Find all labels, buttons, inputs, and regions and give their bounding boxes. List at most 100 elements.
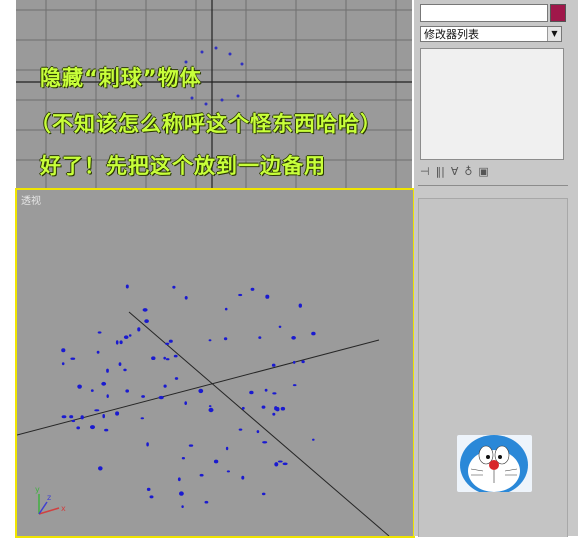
vertex-dot bbox=[77, 384, 82, 389]
pin-stack-icon[interactable]: ⊣ bbox=[420, 165, 430, 178]
command-panel: 修改器列表 ▼ ⊣ ‖| ∀ ♁ ▣ bbox=[414, 0, 578, 537]
modifier-stack[interactable] bbox=[420, 48, 564, 160]
doraemon-image bbox=[457, 435, 532, 492]
vertex-dot bbox=[238, 293, 243, 297]
modifier-list-dropdown[interactable]: 修改器列表 ▼ bbox=[420, 26, 562, 42]
vertex-dot bbox=[90, 425, 95, 430]
vertex-dot bbox=[226, 470, 230, 473]
vertex-dot bbox=[158, 395, 164, 400]
top-viewport[interactable]: 隐藏“刺球”物体 （不知该怎么称呼这个怪东西哈哈） 好了！先把这个放到一边备用 bbox=[16, 0, 412, 188]
vertex-dot bbox=[271, 363, 276, 367]
vertex-dot bbox=[146, 442, 149, 447]
perspective-scene: x y z bbox=[17, 284, 390, 536]
vertex-dot bbox=[199, 473, 204, 477]
vertex-dot bbox=[224, 307, 228, 311]
axis-tripod-icon: x y z bbox=[35, 485, 66, 515]
vertex-dot bbox=[241, 406, 245, 410]
vertex-dot bbox=[142, 308, 148, 312]
vertex-dot bbox=[208, 405, 212, 408]
viewport-label[interactable]: 透视 bbox=[21, 192, 41, 207]
vertex-dot bbox=[115, 411, 120, 416]
vertex-dot bbox=[312, 438, 315, 441]
vertex-dot bbox=[98, 466, 103, 471]
vertex-dot bbox=[272, 392, 277, 395]
vertex-dot bbox=[163, 356, 166, 360]
stack-toolbar: ⊣ ‖| ∀ ♁ ▣ bbox=[420, 162, 570, 180]
vertex-dot bbox=[179, 491, 184, 496]
vertex-dot bbox=[225, 446, 229, 451]
object-color-swatch[interactable] bbox=[550, 4, 566, 22]
vertex-dot bbox=[277, 460, 283, 463]
modifier-list-label: 修改器列表 bbox=[424, 28, 479, 41]
perspective-viewport[interactable]: x y z 透视 bbox=[15, 188, 415, 538]
vertex-dot bbox=[106, 368, 109, 373]
vertex-dot bbox=[188, 444, 194, 447]
vertex-dot bbox=[172, 285, 176, 289]
vertex-dot bbox=[249, 390, 254, 395]
vertex-dot bbox=[184, 296, 188, 300]
vertex-dot bbox=[101, 381, 107, 386]
vertex-dot bbox=[280, 406, 286, 411]
vertex-dot bbox=[174, 377, 179, 380]
vertex-dot bbox=[149, 495, 154, 499]
vertex-dot bbox=[146, 487, 151, 491]
vertex-dot bbox=[165, 342, 170, 345]
vertex-dot bbox=[282, 462, 288, 466]
vertex-dot bbox=[292, 384, 297, 387]
vertex-dot bbox=[125, 389, 129, 393]
vertex-dot bbox=[311, 331, 316, 336]
vertex-dot bbox=[137, 327, 141, 332]
configure-modifier-sets-icon[interactable]: ▣ bbox=[478, 165, 488, 178]
object-name-field[interactable] bbox=[420, 4, 548, 22]
vertex-dot bbox=[144, 319, 149, 323]
vertex-dot bbox=[123, 335, 129, 339]
vertex-dot bbox=[141, 395, 145, 398]
vertex-dot bbox=[61, 348, 66, 353]
caption-line-2: （不知该怎么称呼这个怪东西哈哈） bbox=[30, 112, 382, 136]
vertex-dot bbox=[301, 360, 305, 364]
vertex-dot bbox=[264, 388, 268, 392]
vertex-dot bbox=[291, 336, 296, 340]
vertex-dot bbox=[204, 500, 209, 504]
vertex-dot bbox=[123, 368, 127, 372]
vertex-dot bbox=[128, 334, 132, 337]
vertex-dot bbox=[163, 384, 167, 388]
vertex-dot bbox=[261, 492, 266, 496]
vertex-dot bbox=[70, 357, 76, 360]
vertex-dot bbox=[102, 414, 105, 419]
vertex-dot bbox=[293, 360, 296, 364]
vertex-dot bbox=[181, 457, 185, 460]
vertex-dot bbox=[274, 462, 279, 467]
vertex-dot bbox=[104, 428, 109, 432]
vertex-dot bbox=[250, 287, 255, 291]
grid-axis-line-x bbox=[17, 339, 380, 436]
vertex-dot bbox=[71, 419, 76, 423]
vertex-dot bbox=[115, 340, 119, 345]
vertex-dot bbox=[261, 405, 266, 409]
axis-x-label: x bbox=[61, 504, 66, 513]
vertex-dot bbox=[265, 294, 270, 299]
vertex-dot bbox=[262, 441, 268, 444]
vertex-dot bbox=[184, 401, 187, 405]
show-end-result-icon[interactable]: ‖| bbox=[436, 165, 445, 178]
make-unique-icon[interactable]: ∀ bbox=[451, 165, 459, 178]
vertex-dot bbox=[61, 415, 67, 419]
vertex-dot bbox=[96, 350, 100, 354]
parameters-rollout bbox=[418, 198, 568, 537]
chevron-down-icon[interactable]: ▼ bbox=[547, 27, 561, 41]
remove-modifier-icon[interactable]: ♁ bbox=[464, 165, 472, 178]
vertex-dot bbox=[61, 362, 65, 366]
vertex-dot bbox=[258, 336, 262, 339]
vertex-dot bbox=[274, 406, 278, 411]
vertex-dot bbox=[278, 325, 282, 328]
vertex-dot bbox=[208, 407, 214, 413]
vertex-dot bbox=[80, 415, 84, 420]
vertex-dot bbox=[119, 340, 123, 345]
vertex-dot bbox=[76, 426, 80, 430]
vertex-dot bbox=[181, 505, 184, 508]
vertex-dot bbox=[177, 477, 181, 482]
axis-y-label: y bbox=[35, 485, 40, 494]
vertex-dot bbox=[208, 339, 212, 342]
vertex-dot bbox=[213, 459, 219, 464]
vertex-dot bbox=[298, 303, 302, 308]
